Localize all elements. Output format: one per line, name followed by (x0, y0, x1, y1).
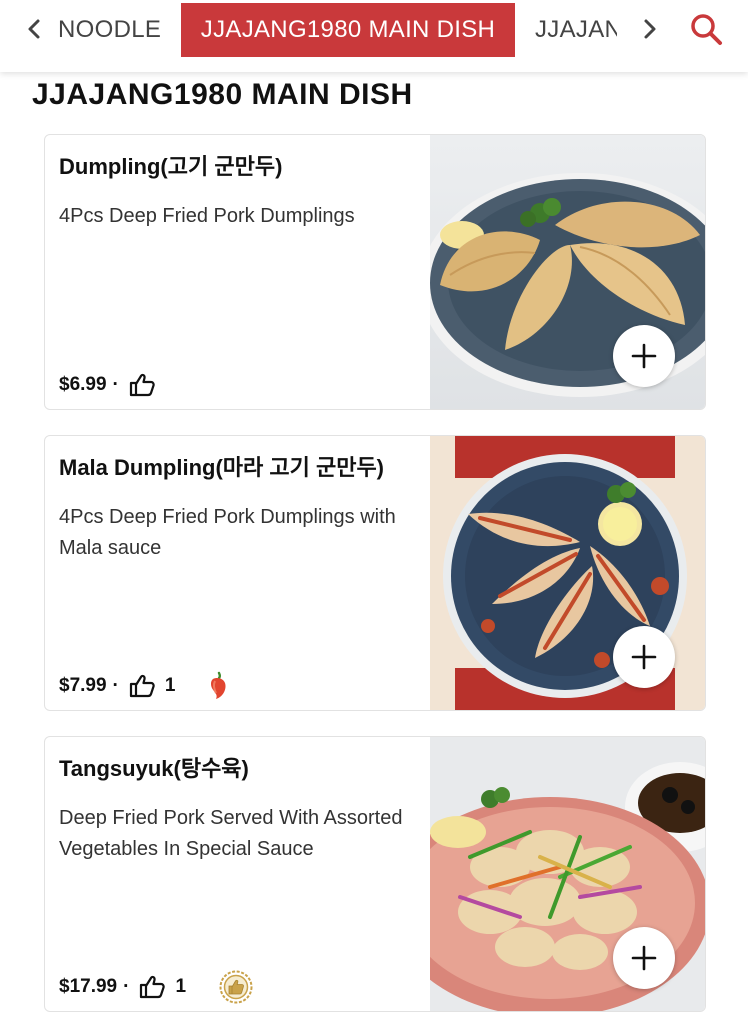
scroll-right-button[interactable] (634, 13, 666, 45)
like-count: 1 (175, 976, 187, 997)
item-description: 4Pcs Deep Fried Pork Dumplings with Mala… (59, 506, 396, 559)
category-tabs: NOODLE JJAJANG1980 MAIN DISH JJAJANG1980… (58, 0, 628, 58)
menu-item-card[interactable]: Dumpling(고기 군만두) 4Pcs Deep Fried Pork Du… (44, 134, 706, 410)
add-to-cart-button[interactable] (613, 927, 675, 989)
item-price: $7.99 (59, 675, 107, 696)
thumbs-up-icon (140, 975, 166, 999)
search-button[interactable] (688, 11, 724, 47)
thumbs-up-icon (129, 674, 155, 698)
item-price: $17.99 (59, 976, 118, 997)
recommended-badge (218, 969, 254, 1005)
menu-item-card[interactable]: Mala Dumpling(마라 고기 군만두) 4Pcs Deep Fried… (44, 435, 706, 711)
category-nav-bar: NOODLE JJAJANG1980 MAIN DISH JJAJANG1980… (0, 0, 748, 72)
plus-icon (631, 343, 657, 369)
like-button[interactable] (129, 373, 155, 397)
plus-icon (631, 945, 657, 971)
spicy-pepper-icon (211, 671, 226, 699)
item-footer: $6.99 · (59, 371, 155, 399)
item-description: Deep Fried Pork Served With Assorted Veg… (59, 807, 403, 860)
add-to-cart-button[interactable] (613, 325, 675, 387)
like-button[interactable]: 1 (129, 674, 176, 698)
item-description: 4Pcs Deep Fried Pork Dumplings (59, 205, 355, 227)
item-footer: $17.99 · 1 (59, 970, 254, 1004)
thumbs-up-icon (129, 373, 155, 397)
tab-main-dish[interactable]: JJAJANG1980 MAIN DISH (181, 3, 515, 57)
section-title: JJAJANG1980 MAIN DISH (32, 78, 413, 111)
plus-icon (631, 644, 657, 670)
like-count: 1 (164, 675, 176, 696)
search-icon (691, 14, 722, 45)
scroll-left-button[interactable] (18, 13, 50, 45)
recommended-badge-icon (219, 970, 253, 1004)
item-name: Tangsuyuk(탕수육) (59, 756, 249, 781)
item-price: $6.99 (59, 374, 107, 395)
chevron-left-icon (28, 19, 40, 39)
tab-noodle[interactable]: NOODLE (58, 3, 162, 57)
add-to-cart-button[interactable] (613, 626, 675, 688)
spicy-badge (207, 671, 229, 701)
like-button[interactable]: 1 (139, 975, 186, 999)
item-name: Dumpling(고기 군만두) (59, 154, 283, 179)
tab-side-dish[interactable]: JJAJANG1980 SIDE DISH (535, 3, 617, 57)
item-name: Mala Dumpling(마라 고기 군만두) (59, 455, 385, 480)
item-footer: $7.99 · 1 (59, 671, 229, 701)
menu-item-card[interactable]: Tangsuyuk(탕수육) Deep Fried Pork Served Wi… (44, 736, 706, 1012)
chevron-right-icon (644, 19, 656, 39)
